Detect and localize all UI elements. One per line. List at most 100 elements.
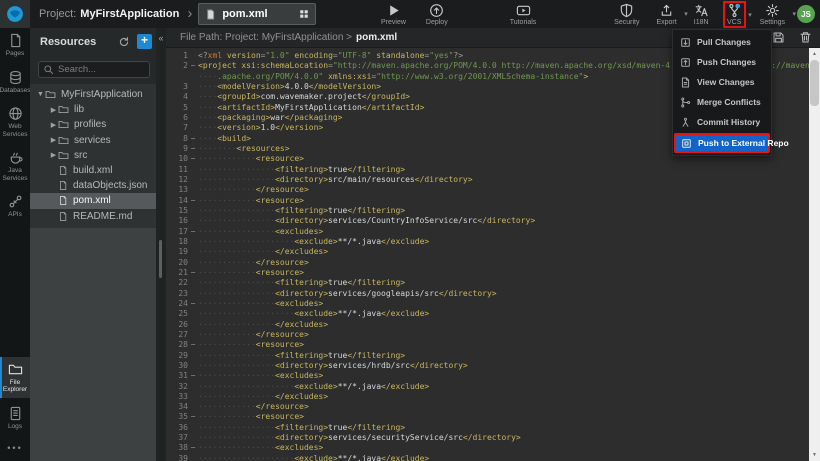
sidebar-item-logs[interactable]: Logs — [0, 401, 30, 435]
topbar-action-deploy[interactable]: Deploy — [423, 2, 451, 27]
code-line[interactable]: 36················<filtering>true</filte… — [166, 423, 809, 433]
tree-item-label: MyFirstApplication — [61, 89, 143, 100]
sidebar-item-databases[interactable]: Databases — [0, 65, 30, 99]
tree-expand-arrow[interactable]: ▶ — [49, 151, 58, 159]
code-line[interactable]: 21−············<resource> — [166, 268, 809, 278]
scroll-up-arrow-icon[interactable]: ▲ — [809, 51, 820, 57]
sidebar-more-button[interactable]: ••• — [0, 437, 30, 461]
sidebar-item-web-services[interactable]: Web Services — [0, 101, 30, 142]
code-line[interactable]: 30················<directory>services/hr… — [166, 361, 809, 371]
user-avatar[interactable]: JS — [797, 5, 815, 23]
code-line[interactable]: 32····················<exclude>**/*.java… — [166, 382, 809, 392]
code-line[interactable]: 38−················<excludes> — [166, 443, 809, 453]
code-line[interactable]: 35−············<resource> — [166, 412, 809, 422]
code-line[interactable]: 12················<directory>src/main/re… — [166, 175, 809, 185]
sidebar-item-apis[interactable]: APIs — [0, 189, 30, 223]
scroll-down-arrow-icon[interactable]: ▼ — [809, 452, 820, 458]
code-text: ················</excludes> — [198, 247, 809, 257]
topbar-action-export[interactable]: Export▾ — [653, 2, 679, 27]
vcs-menu-item-push-to-external-repo[interactable]: Push to External Repo — [674, 133, 770, 153]
fold-marker[interactable]: − — [188, 144, 198, 154]
tree-expand-arrow[interactable]: ▶ — [49, 106, 58, 114]
tree-item-src[interactable]: ▶src — [30, 148, 156, 163]
tree-item-profiles[interactable]: ▶profiles — [30, 117, 156, 132]
tree-item-lib[interactable]: ▶lib — [30, 102, 156, 117]
code-line[interactable]: 16················<directory>services/Co… — [166, 216, 809, 226]
topbar-action-settings[interactable]: Settings▾ — [757, 2, 788, 27]
sidebar-item-file-explorer[interactable]: File Explorer — [0, 357, 30, 398]
code-line[interactable]: 34············</resource> — [166, 402, 809, 412]
vcs-menu-item-commit-history[interactable]: Commit History — [673, 112, 771, 132]
fold-marker[interactable]: − — [188, 196, 198, 206]
tree-item-myfirstapplication[interactable]: ▼ MyFirstApplication — [30, 87, 156, 102]
code-line[interactable]: 22················<filtering>true</filte… — [166, 278, 809, 288]
code-line[interactable]: 23················<directory>services/go… — [166, 289, 809, 299]
tree-expand-arrow[interactable]: ▶ — [49, 121, 58, 129]
vcs-menu-item-merge-conflicts[interactable]: Merge Conflicts — [673, 92, 771, 112]
code-line[interactable]: 28−············<resource> — [166, 340, 809, 350]
code-line[interactable]: 33················</excludes> — [166, 392, 809, 402]
code-line[interactable]: 29················<filtering>true</filte… — [166, 351, 809, 361]
refresh-icon[interactable] — [118, 36, 130, 48]
app-logo[interactable] — [0, 0, 30, 28]
database-icon — [8, 70, 23, 85]
fold-marker[interactable]: − — [188, 299, 198, 309]
code-line[interactable]: 37················<directory>services/se… — [166, 433, 809, 443]
tree-expand-arrow[interactable]: ▼ — [36, 91, 45, 98]
fold-marker[interactable]: − — [188, 371, 198, 381]
fold-marker[interactable]: − — [188, 61, 198, 71]
fold-marker[interactable]: − — [188, 227, 198, 237]
code-line[interactable]: 31−················<excludes> — [166, 371, 809, 381]
collapse-panel-button[interactable]: « — [156, 28, 166, 43]
code-line[interactable]: 15················<filtering>true</filte… — [166, 206, 809, 216]
fold-marker[interactable]: − — [188, 340, 198, 350]
tree-item-build.xml[interactable]: build.xml — [30, 163, 156, 178]
search-input[interactable] — [38, 61, 150, 78]
fold-marker — [188, 123, 198, 133]
tab-pom-xml[interactable]: pom.xml — [198, 3, 316, 25]
grid-icon[interactable] — [299, 9, 309, 19]
topbar-action-tutorials[interactable]: Tutorials — [507, 2, 540, 27]
code-line[interactable]: 27············</resource> — [166, 330, 809, 340]
tree-item-readme.md[interactable]: README.md — [30, 209, 156, 224]
save-button[interactable] — [772, 31, 785, 44]
code-line[interactable]: 18····················<exclude>**/*.java… — [166, 237, 809, 247]
code-line[interactable]: 17−················<excludes> — [166, 227, 809, 237]
topbar-action-preview[interactable]: Preview — [378, 2, 409, 27]
vcs-menu-item-view-changes[interactable]: View Changes — [673, 72, 771, 92]
tree-expand-arrow[interactable]: ▶ — [49, 136, 58, 144]
panel-scrollbar-thumb[interactable] — [159, 240, 162, 278]
code-line[interactable]: 11················<filtering>true</filte… — [166, 165, 809, 175]
fold-marker[interactable]: − — [188, 154, 198, 164]
fold-marker — [188, 392, 198, 402]
code-line[interactable]: 26················</excludes> — [166, 320, 809, 330]
code-line[interactable]: 24−················<excludes> — [166, 299, 809, 309]
tree-item-services[interactable]: ▶services — [30, 133, 156, 148]
code-line[interactable]: 13············</resource> — [166, 185, 809, 195]
fold-marker[interactable]: − — [188, 134, 198, 144]
add-resource-button[interactable]: + — [137, 34, 152, 49]
fold-marker[interactable]: − — [188, 412, 198, 422]
editor-scrollbar[interactable]: ▲ ▼ — [809, 48, 820, 461]
tree-item-dataobjects.json[interactable]: dataObjects.json — [30, 178, 156, 193]
vcs-menu-item-pull-changes[interactable]: Pull Changes — [673, 32, 771, 52]
code-line[interactable]: 25····················<exclude>**/*.java… — [166, 309, 809, 319]
breadcrumb[interactable]: Project:MyFirstApplication — [39, 8, 179, 20]
topbar-action-i18n[interactable]: I18N — [691, 2, 712, 27]
fold-marker[interactable]: − — [188, 443, 198, 453]
tree-item-label: README.md — [73, 211, 132, 222]
code-line[interactable]: 39····················<exclude>**/*.java… — [166, 454, 809, 461]
code-line[interactable]: 14−············<resource> — [166, 196, 809, 206]
tree-item-pom.xml[interactable]: pom.xml — [30, 193, 156, 208]
code-line[interactable]: 19················</excludes> — [166, 247, 809, 257]
topbar-action-vcs[interactable]: VCS▾ — [723, 1, 746, 28]
code-line[interactable]: 20············</resource> — [166, 258, 809, 268]
vcs-menu-item-push-changes[interactable]: Push Changes — [673, 52, 771, 72]
fold-marker[interactable]: − — [188, 268, 198, 278]
sidebar-item-pages[interactable]: Pages — [0, 28, 30, 62]
editor-scrollbar-thumb[interactable] — [810, 60, 819, 106]
topbar-action-security[interactable]: Security — [611, 2, 642, 27]
sidebar-item-java-services[interactable]: Java Services — [0, 145, 30, 186]
delete-button[interactable] — [799, 31, 812, 44]
code-text: ················<directory>services/secu… — [198, 433, 809, 443]
